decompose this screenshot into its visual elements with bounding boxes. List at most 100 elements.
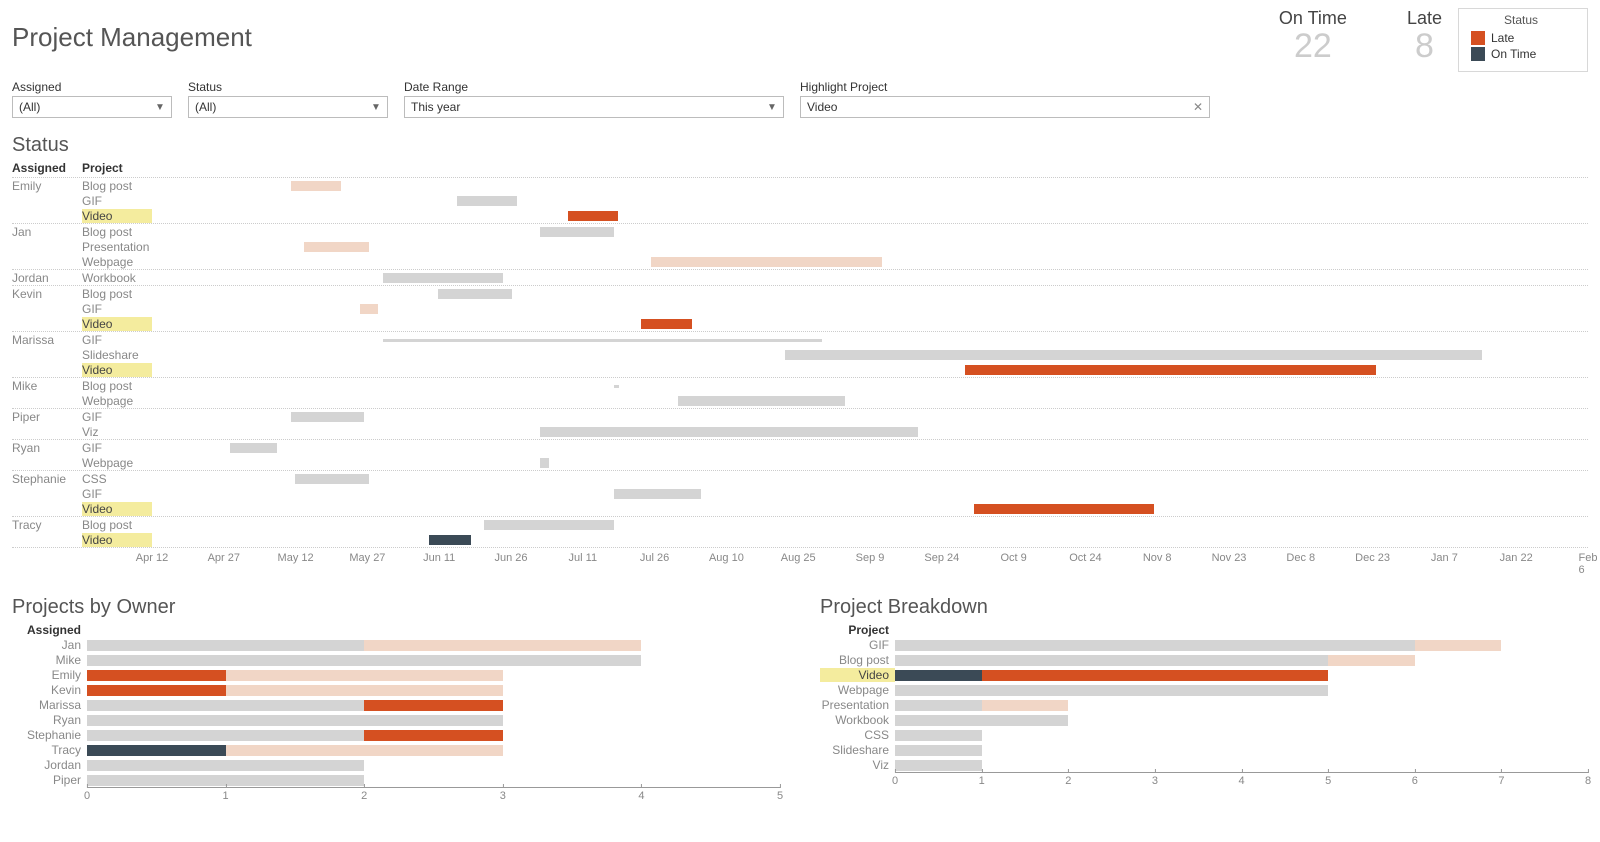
filter-daterange-select[interactable]: This year ▼ [404, 96, 784, 118]
bar-segment[interactable] [226, 745, 503, 756]
bar-row[interactable]: Jan [12, 637, 780, 652]
gantt-bar[interactable] [540, 227, 614, 237]
bar-segment[interactable] [226, 685, 503, 696]
bar-row[interactable]: Mike [12, 652, 780, 667]
bar-row[interactable]: Piper [12, 772, 780, 787]
bar-segment[interactable] [895, 715, 1068, 726]
bar-row[interactable]: Marissa [12, 697, 780, 712]
axis-tick: 3 [1152, 775, 1158, 787]
filter-assigned-select[interactable]: (All) ▼ [12, 96, 172, 118]
bar-label: Slideshare [820, 743, 895, 757]
gantt-bar[interactable] [291, 181, 342, 191]
bar-segment[interactable] [87, 685, 226, 696]
square-icon [1471, 47, 1485, 61]
bar-row[interactable]: Ryan [12, 712, 780, 727]
bar-segment[interactable] [87, 700, 364, 711]
bar-label: GIF [820, 638, 895, 652]
bar-segment[interactable] [87, 655, 641, 666]
bar-row[interactable]: Viz [820, 757, 1588, 772]
gantt-bar[interactable] [230, 443, 276, 453]
gantt-bar[interactable] [540, 458, 549, 468]
bar-segment[interactable] [895, 760, 982, 771]
bar-segment[interactable] [87, 745, 226, 756]
gantt-bar[interactable] [651, 257, 882, 267]
bar-segment[interactable] [87, 730, 364, 741]
bar-segment[interactable] [226, 670, 503, 681]
assigned-label: Jordan [12, 271, 82, 285]
bar-segment[interactable] [982, 700, 1069, 711]
legend-item-ontime[interactable]: On Time [1471, 47, 1571, 61]
bar-row[interactable]: Blog post [820, 652, 1588, 667]
owners-chart[interactable]: JanMikeEmilyKevinMarissaRyanStephanieTra… [12, 637, 780, 787]
bar-segment[interactable] [895, 730, 982, 741]
bar-row[interactable]: Kevin [12, 682, 780, 697]
bar-segment[interactable] [895, 640, 1415, 651]
bar-segment[interactable] [364, 640, 641, 651]
clear-icon[interactable]: ✕ [1191, 100, 1205, 114]
gantt-bar[interactable] [692, 396, 844, 406]
bar-segment[interactable] [1328, 655, 1415, 666]
owners-header: Assigned [12, 623, 87, 637]
bar-row[interactable]: GIF [820, 637, 1588, 652]
gantt-bar[interactable] [295, 474, 369, 484]
bar-row[interactable]: Tracy [12, 742, 780, 757]
bar-row[interactable]: Jordan [12, 757, 780, 772]
assigned-label: Marissa [12, 333, 82, 347]
bar-row[interactable]: Emily [12, 667, 780, 682]
gantt-bar[interactable] [383, 273, 503, 283]
gantt-bar[interactable] [457, 196, 517, 206]
project-label: GIF [82, 333, 152, 347]
bar-row[interactable]: Presentation [820, 697, 1588, 712]
bar-row[interactable]: Workbook [820, 712, 1588, 727]
bar-segment[interactable] [895, 670, 982, 681]
bar-segment[interactable] [364, 730, 503, 741]
bar-segment[interactable] [895, 685, 1328, 696]
kpi-late-value: 8 [1407, 27, 1442, 66]
gantt-bar[interactable] [291, 412, 365, 422]
project-label: Blog post [82, 518, 152, 532]
gantt-row: StephanieCSS [12, 471, 1588, 486]
bar-segment[interactable] [87, 640, 364, 651]
gantt-bar[interactable] [383, 339, 822, 342]
filter-status-select[interactable]: (All) ▼ [188, 96, 388, 118]
filter-highlight-input[interactable]: Video ✕ [800, 96, 1210, 118]
gantt-bar[interactable] [484, 520, 613, 530]
bar-segment[interactable] [364, 700, 503, 711]
bar-segment[interactable] [895, 655, 1328, 666]
gantt-bar[interactable] [614, 489, 702, 499]
header-project: Project [82, 161, 152, 175]
bar-row[interactable]: Webpage [820, 682, 1588, 697]
gantt-bar[interactable] [438, 289, 512, 299]
bar-row[interactable]: CSS [820, 727, 1588, 742]
gantt-bar[interactable] [360, 304, 378, 314]
gantt-bar[interactable] [614, 385, 620, 388]
bar-segment[interactable] [895, 700, 982, 711]
gantt-bar[interactable] [540, 427, 919, 437]
bar-segment[interactable] [87, 715, 503, 726]
bar-row[interactable]: Stephanie [12, 727, 780, 742]
page-title: Project Management [12, 8, 1279, 53]
gantt-bar[interactable] [965, 365, 1376, 375]
bar-segment[interactable] [87, 670, 226, 681]
gantt-bar[interactable] [974, 504, 1154, 514]
gantt-row: Video [12, 208, 1588, 223]
bar-label: Kevin [12, 683, 87, 697]
axis-tick: 1 [223, 790, 229, 802]
bar-segment[interactable] [1415, 640, 1502, 651]
gantt-bar[interactable] [568, 211, 619, 221]
bar-row[interactable]: Slideshare [820, 742, 1588, 757]
kpi-late-label: Late [1407, 8, 1442, 29]
bar-segment[interactable] [982, 670, 1329, 681]
legend-item-late[interactable]: Late [1471, 31, 1571, 45]
project-label: GIF [82, 410, 152, 424]
bar-row[interactable]: Video [820, 667, 1588, 682]
gantt-bar[interactable] [304, 242, 369, 252]
gantt-bar[interactable] [429, 535, 471, 545]
gantt-chart[interactable]: EmilyBlog postGIFVideoJanBlog postPresen… [12, 177, 1588, 548]
breakdown-chart[interactable]: GIFBlog postVideoWebpagePresentationWork… [820, 637, 1588, 772]
gantt-bar[interactable] [785, 350, 1482, 360]
bar-segment[interactable] [895, 745, 982, 756]
gantt-bar[interactable] [641, 319, 692, 329]
gantt-row: Webpage [12, 254, 1588, 269]
bar-segment[interactable] [87, 760, 364, 771]
